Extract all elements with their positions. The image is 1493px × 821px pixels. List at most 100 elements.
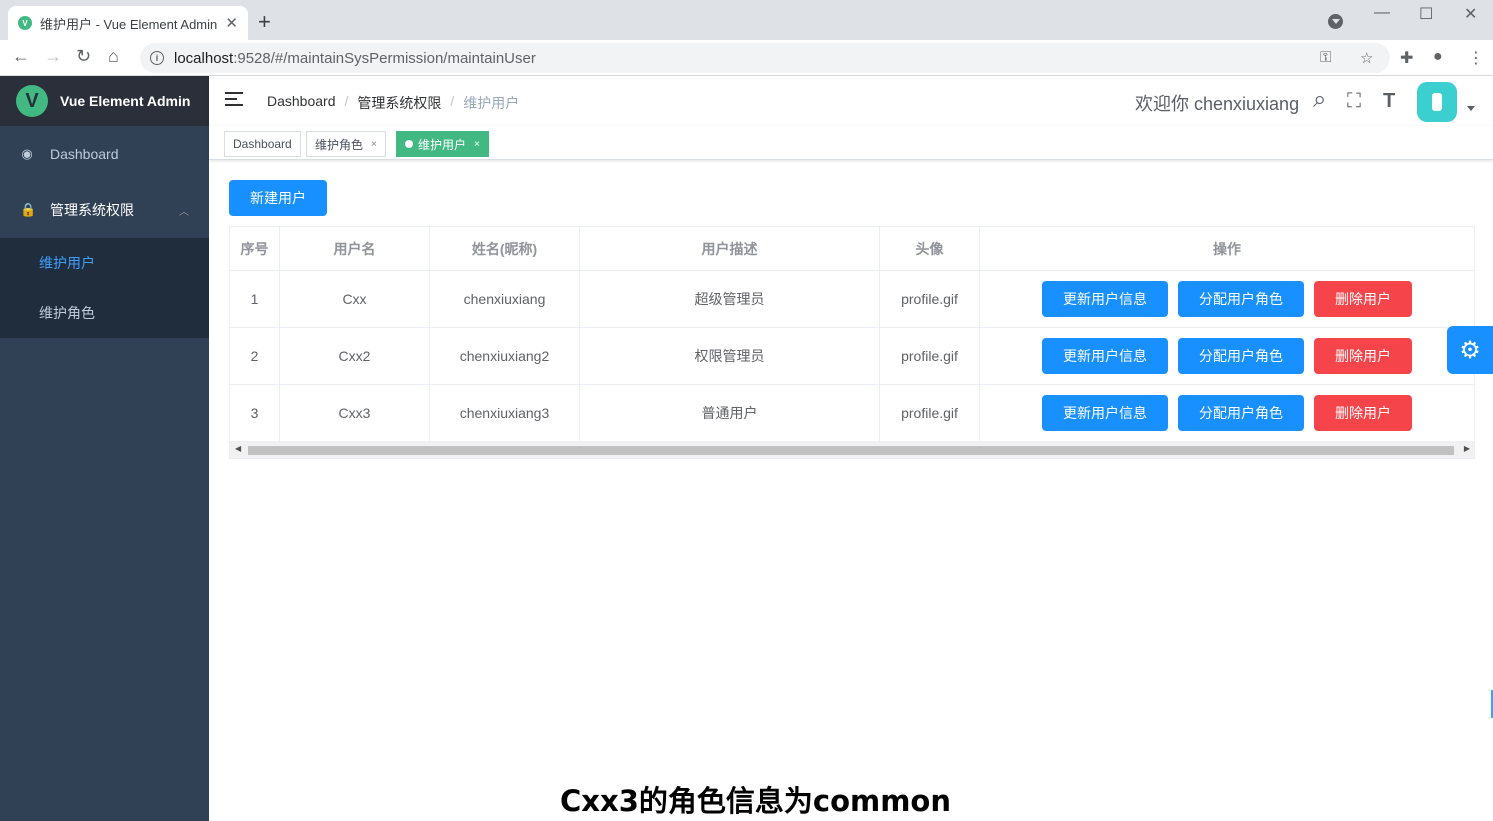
cell-actions: 更新用户信息 分配用户角色 删除用户 [980, 271, 1474, 327]
avatar[interactable] [1417, 82, 1457, 122]
breadcrumb: Dashboard / 管理系统权限 / 维护用户 [267, 93, 519, 113]
breadcrumb-separator: / [344, 93, 349, 109]
search-icon[interactable]: ⌕ [1313, 86, 1326, 114]
tag-label: 维护角色 [315, 137, 364, 152]
tag-maintain-user[interactable]: 维护用户 × [396, 131, 489, 157]
horizontal-scrollbar[interactable]: ◀ ▶ [230, 442, 1474, 458]
tag-label: Dashboard [233, 137, 292, 151]
delete-user-button[interactable]: 删除用户 [1314, 395, 1412, 431]
sidebar: V Vue Element Admin ◉ Dashboard 🔒 管理系统权限… [0, 76, 209, 821]
back-button[interactable]: ← [12, 46, 30, 67]
cell-description: 普通用户 [580, 385, 880, 441]
app-title: Vue Element Admin [60, 93, 191, 109]
cell-description: 超级管理员 [580, 271, 880, 327]
tag-dashboard[interactable]: Dashboard [224, 131, 301, 157]
cell-name: chenxiuxiang3 [430, 385, 580, 441]
assign-role-button[interactable]: 分配用户角色 [1178, 338, 1304, 374]
close-window-button[interactable]: ✕ [1464, 4, 1477, 24]
breadcrumb-item[interactable]: 管理系统权限 [357, 93, 441, 113]
dashboard-icon: ◉ [21, 146, 33, 161]
cell-description: 权限管理员 [580, 328, 880, 384]
cell-index: 2 [230, 328, 280, 384]
settings-button[interactable]: ⚙ [1447, 326, 1493, 374]
lock-icon: 🔒 [20, 202, 37, 217]
scroll-right-icon[interactable]: ▶ [1464, 444, 1470, 453]
header-actions: 操作 [1213, 240, 1241, 257]
sidebar-item-permission[interactable]: 🔒 管理系统权限 ︿ [0, 182, 209, 238]
delete-user-button[interactable]: 删除用户 [1314, 338, 1412, 374]
tags-view: Dashboard 维护角色 × 维护用户 × [209, 126, 1493, 160]
avatar-image [1432, 93, 1442, 111]
tab-title: 维护用户 - Vue Element Admin [40, 16, 218, 32]
breadcrumb-item-current: 维护用户 [463, 95, 520, 111]
tag-close-icon[interactable]: × [474, 139, 480, 150]
breadcrumb-separator: / [450, 93, 455, 109]
delete-user-button[interactable]: 删除用户 [1314, 281, 1412, 317]
tag-label: 维护用户 [418, 137, 467, 152]
cell-name: chenxiuxiang2 [430, 328, 580, 384]
sidebar-item-maintain-role[interactable]: 维护角色 [0, 288, 209, 338]
sidebar-item-dashboard[interactable]: ◉ Dashboard [0, 126, 209, 182]
update-user-button[interactable]: 更新用户信息 [1042, 338, 1168, 374]
sidebar-item-label: Dashboard [50, 146, 119, 162]
assign-role-button[interactable]: 分配用户角色 [1178, 281, 1304, 317]
extensions-icon[interactable]: ✚ [1400, 48, 1413, 68]
cell-username: Cxx [280, 271, 430, 327]
submenu-permission: 维护用户 维护角色 [0, 238, 209, 338]
header-username: 用户名 [280, 227, 430, 270]
browser-toolbar: ← → ↻ ⌂ i localhost:9528/#/maintainSysPe… [0, 40, 1493, 76]
minimize-button[interactable]: — [1374, 4, 1390, 22]
header-avatar: 头像 [880, 227, 980, 270]
bookmark-star-icon[interactable]: ☆ [1360, 49, 1373, 67]
gear-icon: ⚙ [1459, 336, 1481, 364]
cell-index: 3 [230, 385, 280, 441]
maximize-button[interactable]: ☐ [1419, 4, 1433, 24]
sidebar-item-label: 管理系统权限 [50, 202, 134, 218]
browser-tab[interactable]: V 维护用户 - Vue Element Admin ✕ [8, 6, 248, 40]
url-host: localhost [174, 49, 234, 67]
key-icon[interactable]: ⚿ [1320, 49, 1331, 66]
size-select-icon[interactable]: T [1383, 90, 1395, 113]
home-button[interactable]: ⌂ [108, 46, 119, 67]
reload-button[interactable]: ↻ [76, 46, 91, 67]
sidebar-item-maintain-user[interactable]: 维护用户 [0, 238, 209, 288]
table-row: 2 Cxx2 chenxiuxiang2 权限管理员 profile.gif 更… [230, 328, 1474, 385]
table-header: 序号 用户名 姓名(昵称) 用户描述 头像 操作 [230, 227, 1474, 271]
header-name: 姓名(昵称) [430, 227, 580, 270]
cell-name: chenxiuxiang [430, 271, 580, 327]
tag-maintain-role[interactable]: 维护角色 × [306, 131, 386, 157]
tab-search-icon[interactable] [1328, 14, 1343, 29]
tab-close-icon[interactable]: ✕ [225, 14, 238, 32]
forward-button[interactable]: → [44, 46, 62, 67]
cell-avatar: profile.gif [880, 271, 980, 327]
cell-username: Cxx2 [280, 328, 430, 384]
account-icon[interactable]: ● [1433, 48, 1443, 66]
scroll-left-icon[interactable]: ◀ [235, 444, 241, 453]
welcome-text: 欢迎你 chenxiuxiang [1135, 94, 1300, 114]
navbar: Dashboard / 管理系统权限 / 维护用户 欢迎你 chenxiuxia… [209, 76, 1493, 126]
header-description: 用户描述 [580, 227, 880, 270]
site-info-icon[interactable]: i [150, 51, 164, 65]
update-user-button[interactable]: 更新用户信息 [1042, 395, 1168, 431]
user-table: 序号 用户名 姓名(昵称) 用户描述 头像 操作 1 Cxx chenxiuxi… [229, 226, 1475, 459]
table-row: 3 Cxx3 chenxiuxiang3 普通用户 profile.gif 更新… [230, 385, 1474, 442]
update-user-button[interactable]: 更新用户信息 [1042, 281, 1168, 317]
tag-close-icon[interactable]: × [371, 139, 377, 150]
create-user-button[interactable]: 新建用户 [229, 180, 327, 216]
breadcrumb-item[interactable]: Dashboard [267, 93, 336, 113]
address-bar[interactable]: i localhost:9528/#/maintainSysPermission… [140, 43, 1390, 73]
table-row: 1 Cxx chenxiuxiang 超级管理员 profile.gif 更新用… [230, 271, 1474, 328]
fullscreen-icon[interactable]: ⛶ [1347, 90, 1361, 113]
more-menu-icon[interactable]: ⋮ [1468, 48, 1484, 68]
cell-actions: 更新用户信息 分配用户角色 删除用户 [980, 385, 1474, 441]
caret-down-icon[interactable] [1467, 106, 1475, 111]
vue-favicon-icon: V [18, 16, 32, 30]
new-tab-button[interactable]: + [258, 9, 271, 35]
caption-text: Cxx3的角色信息为common [560, 784, 951, 818]
app-logo[interactable]: V Vue Element Admin [0, 76, 209, 126]
cell-actions: 更新用户信息 分配用户角色 删除用户 [980, 328, 1474, 384]
scroll-thumb[interactable] [248, 446, 1454, 455]
assign-role-button[interactable]: 分配用户角色 [1178, 395, 1304, 431]
chevron-up-icon: ︿ [179, 206, 189, 218]
hamburger-icon[interactable] [225, 92, 243, 108]
